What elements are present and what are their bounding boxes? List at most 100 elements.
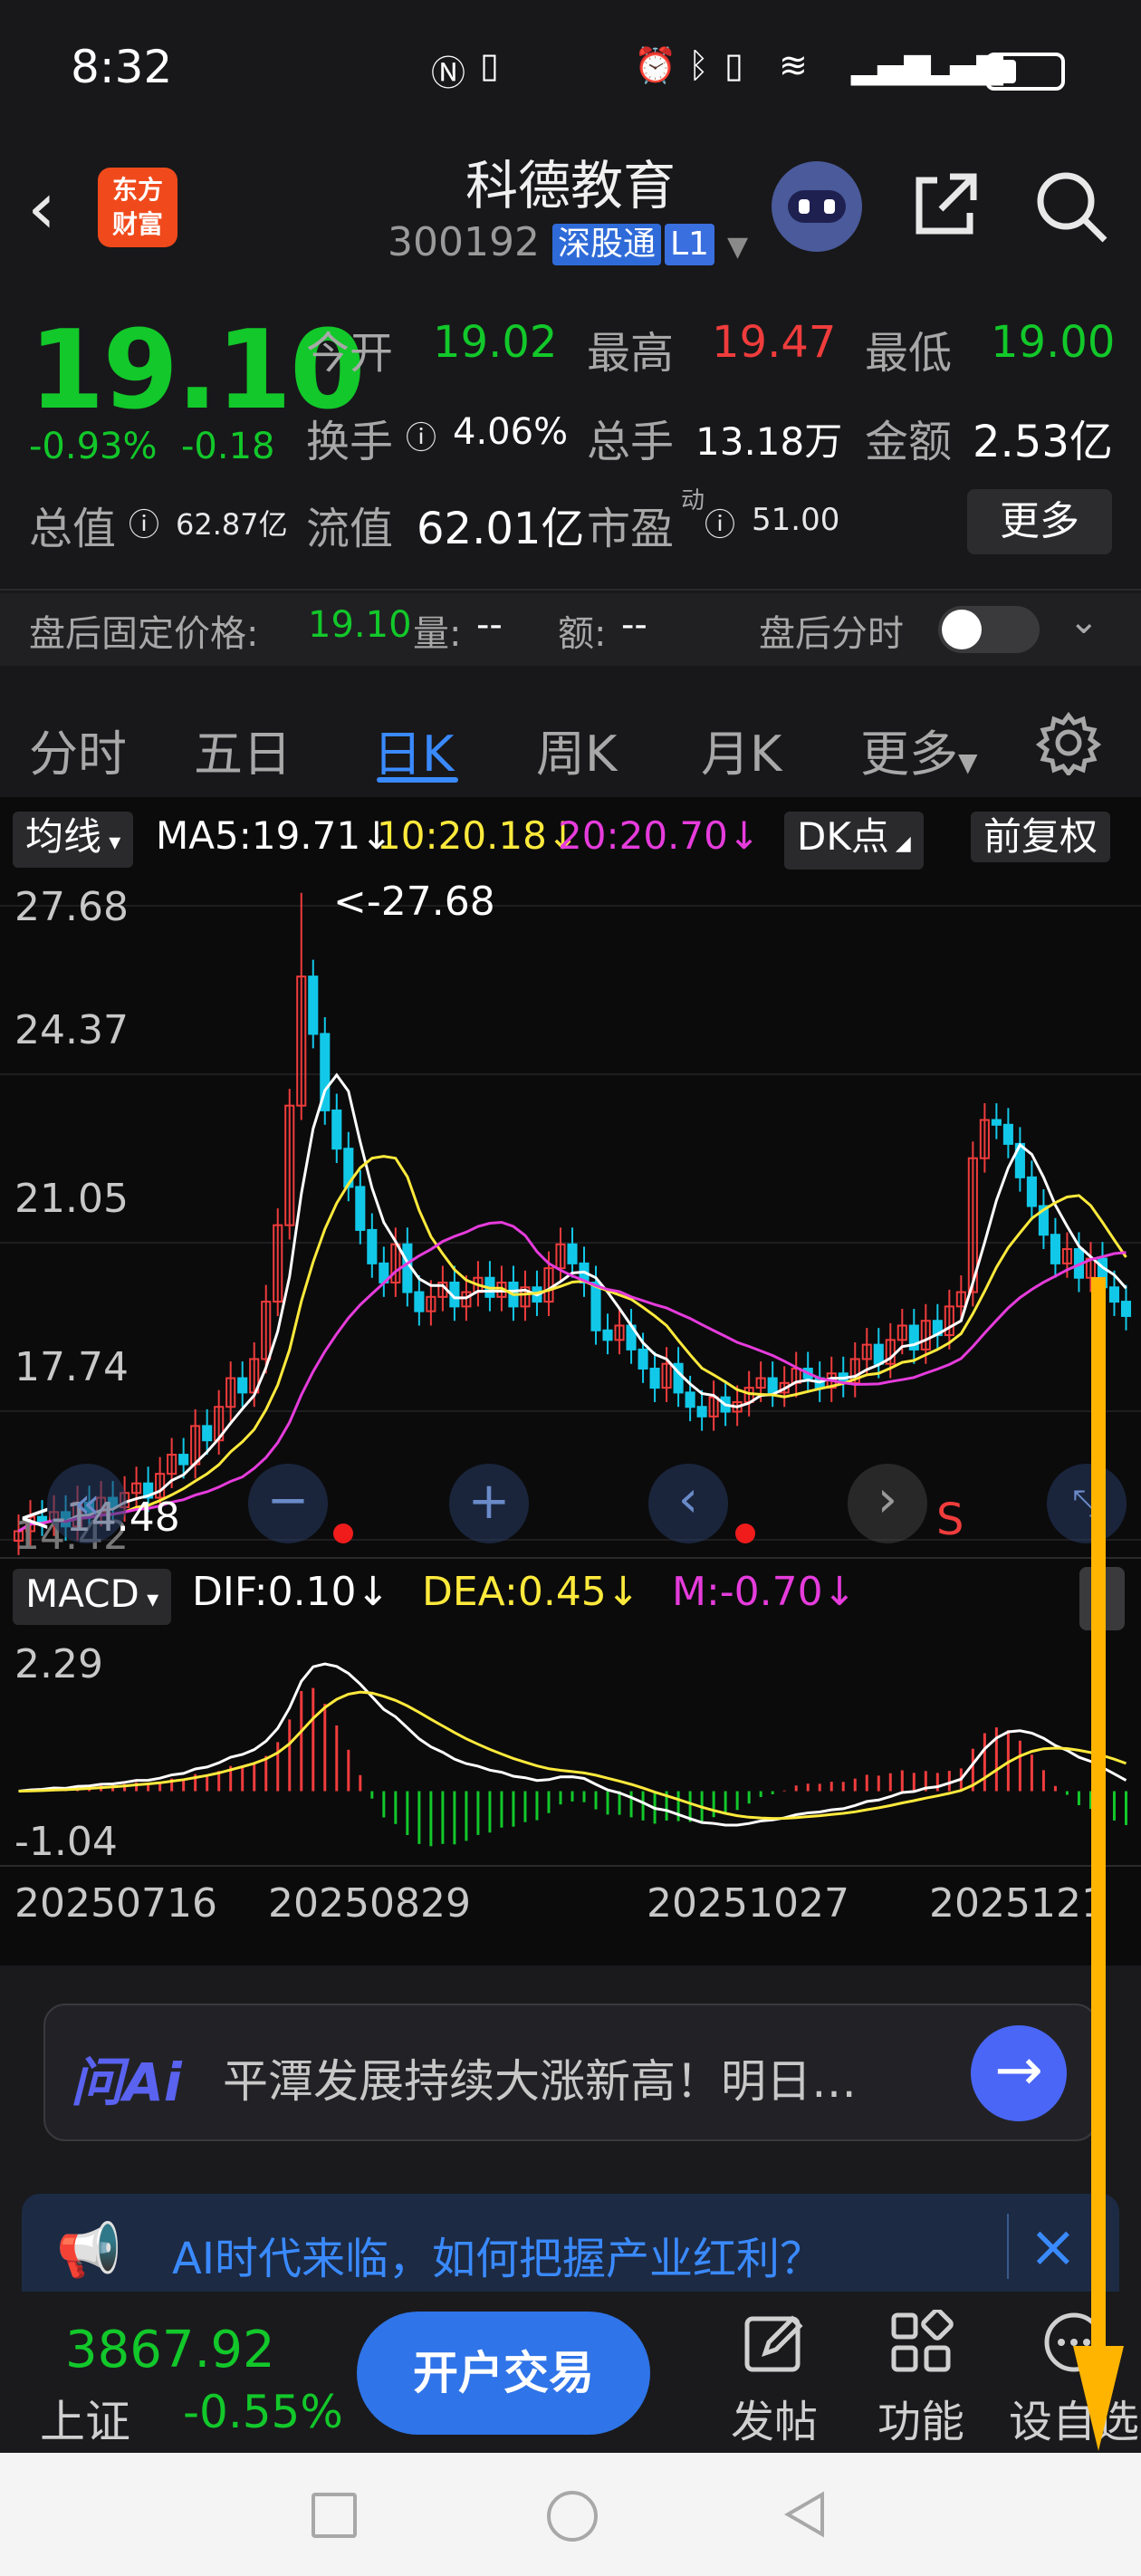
info-icon-2[interactable]: ⓘ xyxy=(129,500,159,544)
caret-down-icon: ▼ xyxy=(958,747,978,777)
dea-legend: DEA:0.45↓ xyxy=(422,1569,640,1615)
volume-label: 总手 xyxy=(587,417,675,467)
edit-icon xyxy=(744,2315,803,2372)
dk-point-button[interactable]: DK点 ◢ xyxy=(784,812,924,870)
y-label-3: 21.05 xyxy=(14,1176,129,1222)
zoom-out-button[interactable]: − xyxy=(248,1464,328,1543)
bottom-toolbar: 3867.92 上证 -0.55% 开户交易 发帖 功能 设自选 xyxy=(0,2292,1141,2453)
ma5-legend: MA5:19.71↓ xyxy=(156,813,393,858)
ma20-legend: 20:20.70↓ xyxy=(558,813,761,858)
candle-body xyxy=(308,976,319,1035)
promo-banner[interactable]: 📢 AI时代来临，如何把握产业红利？ × xyxy=(22,2194,1119,2301)
chevron-down-icon[interactable]: ⌄ xyxy=(1069,601,1099,642)
tab-daily-k[interactable]: 日K xyxy=(373,714,454,785)
vibrate-icon: ▯ xyxy=(724,45,743,85)
tab-five-day[interactable]: 五日 xyxy=(194,714,292,785)
candle-body xyxy=(767,1377,778,1394)
change-percent: -0.93% xyxy=(29,426,158,467)
sim-icon: ▯ xyxy=(480,45,499,85)
candle-body xyxy=(696,1406,707,1418)
status-bar: 8:32 Ⓝ ▯ ⏰ ᛒ ▯ ≋ ▂▄▆ ▂▄▆ xyxy=(0,0,1141,136)
macd-selector-label: MACD xyxy=(25,1572,139,1616)
candle-body xyxy=(638,1348,648,1370)
info-icon[interactable]: ⓘ xyxy=(406,413,436,457)
scroll-left-button[interactable]: ‹ xyxy=(648,1464,728,1543)
volume-value: 13.18万 xyxy=(695,419,843,464)
mktcap-label: 总值 xyxy=(29,504,117,554)
zoom-in-button[interactable]: + xyxy=(449,1464,529,1543)
post-button[interactable]: 发帖 xyxy=(715,2310,833,2447)
function-button[interactable]: 功能 xyxy=(862,2308,980,2447)
after-hours-row: 盘后固定价格: 19.10 量: -- 额: -- 盘后分时 ⌄ xyxy=(0,593,1141,666)
arrow-right-icon[interactable]: → xyxy=(971,2025,1067,2121)
divider xyxy=(0,589,1141,591)
stock-code: 300192 xyxy=(388,219,540,265)
info-icon-3[interactable]: ⓘ xyxy=(705,500,735,544)
grid-icon xyxy=(891,2308,954,2372)
after-hours-amt: -- xyxy=(621,604,647,646)
active-tab-indicator xyxy=(377,777,458,783)
battery-icon xyxy=(985,53,1065,91)
more-button[interactable]: 更多 xyxy=(967,489,1112,554)
after-hours-amt-label: 额: xyxy=(558,613,607,655)
tab-more[interactable]: 更多▼ xyxy=(860,714,978,785)
promo-text[interactable]: AI时代来临，如何把握产业红利？ xyxy=(172,2223,823,2286)
turnover-label: 换手 xyxy=(306,417,394,467)
back-triangle-icon[interactable] xyxy=(781,2489,829,2540)
max-price-annotation: <-27.68 xyxy=(333,879,495,925)
period-tabs: 分时 五日 日K 周K 月K 更多▼ xyxy=(0,670,1141,797)
function-label: 功能 xyxy=(877,2397,964,2447)
dif-legend: DIF:0.10↓ xyxy=(192,1569,390,1615)
promo-divider xyxy=(1007,2214,1009,2279)
post-label: 发帖 xyxy=(730,2397,818,2447)
pe-superscript: 动 xyxy=(681,487,705,514)
after-hours-price-label: 盘后固定价格: xyxy=(29,613,259,655)
kline-chart-svg xyxy=(0,892,1141,1867)
x-label-2: 20250829 xyxy=(268,1880,471,1927)
scroll-left-far-button[interactable]: « xyxy=(47,1464,127,1543)
after-hours-timeshare-label: 盘后分时 xyxy=(759,613,904,655)
bluetooth-icon: ᛒ xyxy=(688,45,709,85)
dropdown-caret-icon[interactable]: ▼ xyxy=(727,231,748,263)
caret-down-icon: ▾ xyxy=(139,1586,159,1613)
ai-ask-bar[interactable]: 问Ai 平潭发展持续大涨新高！明日… → xyxy=(43,2004,1098,2141)
x-label-3: 20251027 xyxy=(647,1880,849,1927)
scroll-right-button[interactable]: › xyxy=(848,1464,927,1543)
candle-body xyxy=(367,1228,378,1264)
ai-logo: 问Ai xyxy=(71,2052,182,2113)
home-icon[interactable] xyxy=(547,2491,598,2542)
tab-timeshare[interactable]: 分时 xyxy=(29,714,127,785)
alarm-icon: ⏰ xyxy=(634,45,677,85)
candle-body xyxy=(355,1186,366,1231)
index-value[interactable]: 3867.92 xyxy=(65,2321,275,2379)
tab-weekly-k[interactable]: 周K xyxy=(536,714,617,785)
candle-body xyxy=(178,1454,189,1466)
search-icon[interactable] xyxy=(1032,168,1109,245)
kline-chart-area[interactable]: 均线 ▾ MA5:19.71↓ 10:20.18↓ 20:20.70↓ DK点 … xyxy=(0,797,1141,1966)
recent-apps-icon[interactable] xyxy=(312,2493,357,2538)
open-account-trade-button[interactable]: 开户交易 xyxy=(357,2312,650,2435)
ma-selector[interactable]: 均线 ▾ xyxy=(13,812,134,868)
sell-signal: S xyxy=(936,1495,964,1545)
index-change: -0.55% xyxy=(183,2386,343,2438)
megaphone-icon: 📢 xyxy=(56,2219,122,2281)
macd-selector[interactable]: MACD ▾ xyxy=(13,1569,172,1625)
candle-body xyxy=(414,1291,425,1312)
share-icon[interactable] xyxy=(910,168,983,240)
system-nav-bar xyxy=(0,2453,1141,2576)
amount-value: 2.53亿 xyxy=(973,417,1113,467)
after-hours-toggle[interactable] xyxy=(938,606,1040,653)
close-icon[interactable]: × xyxy=(1029,2214,1078,2281)
settings-gear-icon[interactable] xyxy=(1036,710,1101,775)
macd-y-label-2: -1.04 xyxy=(14,1819,118,1865)
adjust-button[interactable]: 前复权 xyxy=(971,812,1111,862)
macd-y-label-1: 2.29 xyxy=(14,1641,103,1687)
candle-body xyxy=(331,1109,342,1150)
tab-monthly-k[interactable]: 月K xyxy=(701,714,781,785)
ai-prompt-text[interactable]: 平潭发展持续大涨新高！明日… xyxy=(223,2045,857,2110)
index-name[interactable]: 上证 xyxy=(40,2386,130,2451)
float-label: 流值 xyxy=(306,504,394,554)
ma-selector-label: 均线 xyxy=(25,814,102,859)
open-value: 19.02 xyxy=(433,317,558,368)
ai-assistant-icon[interactable] xyxy=(772,161,862,252)
